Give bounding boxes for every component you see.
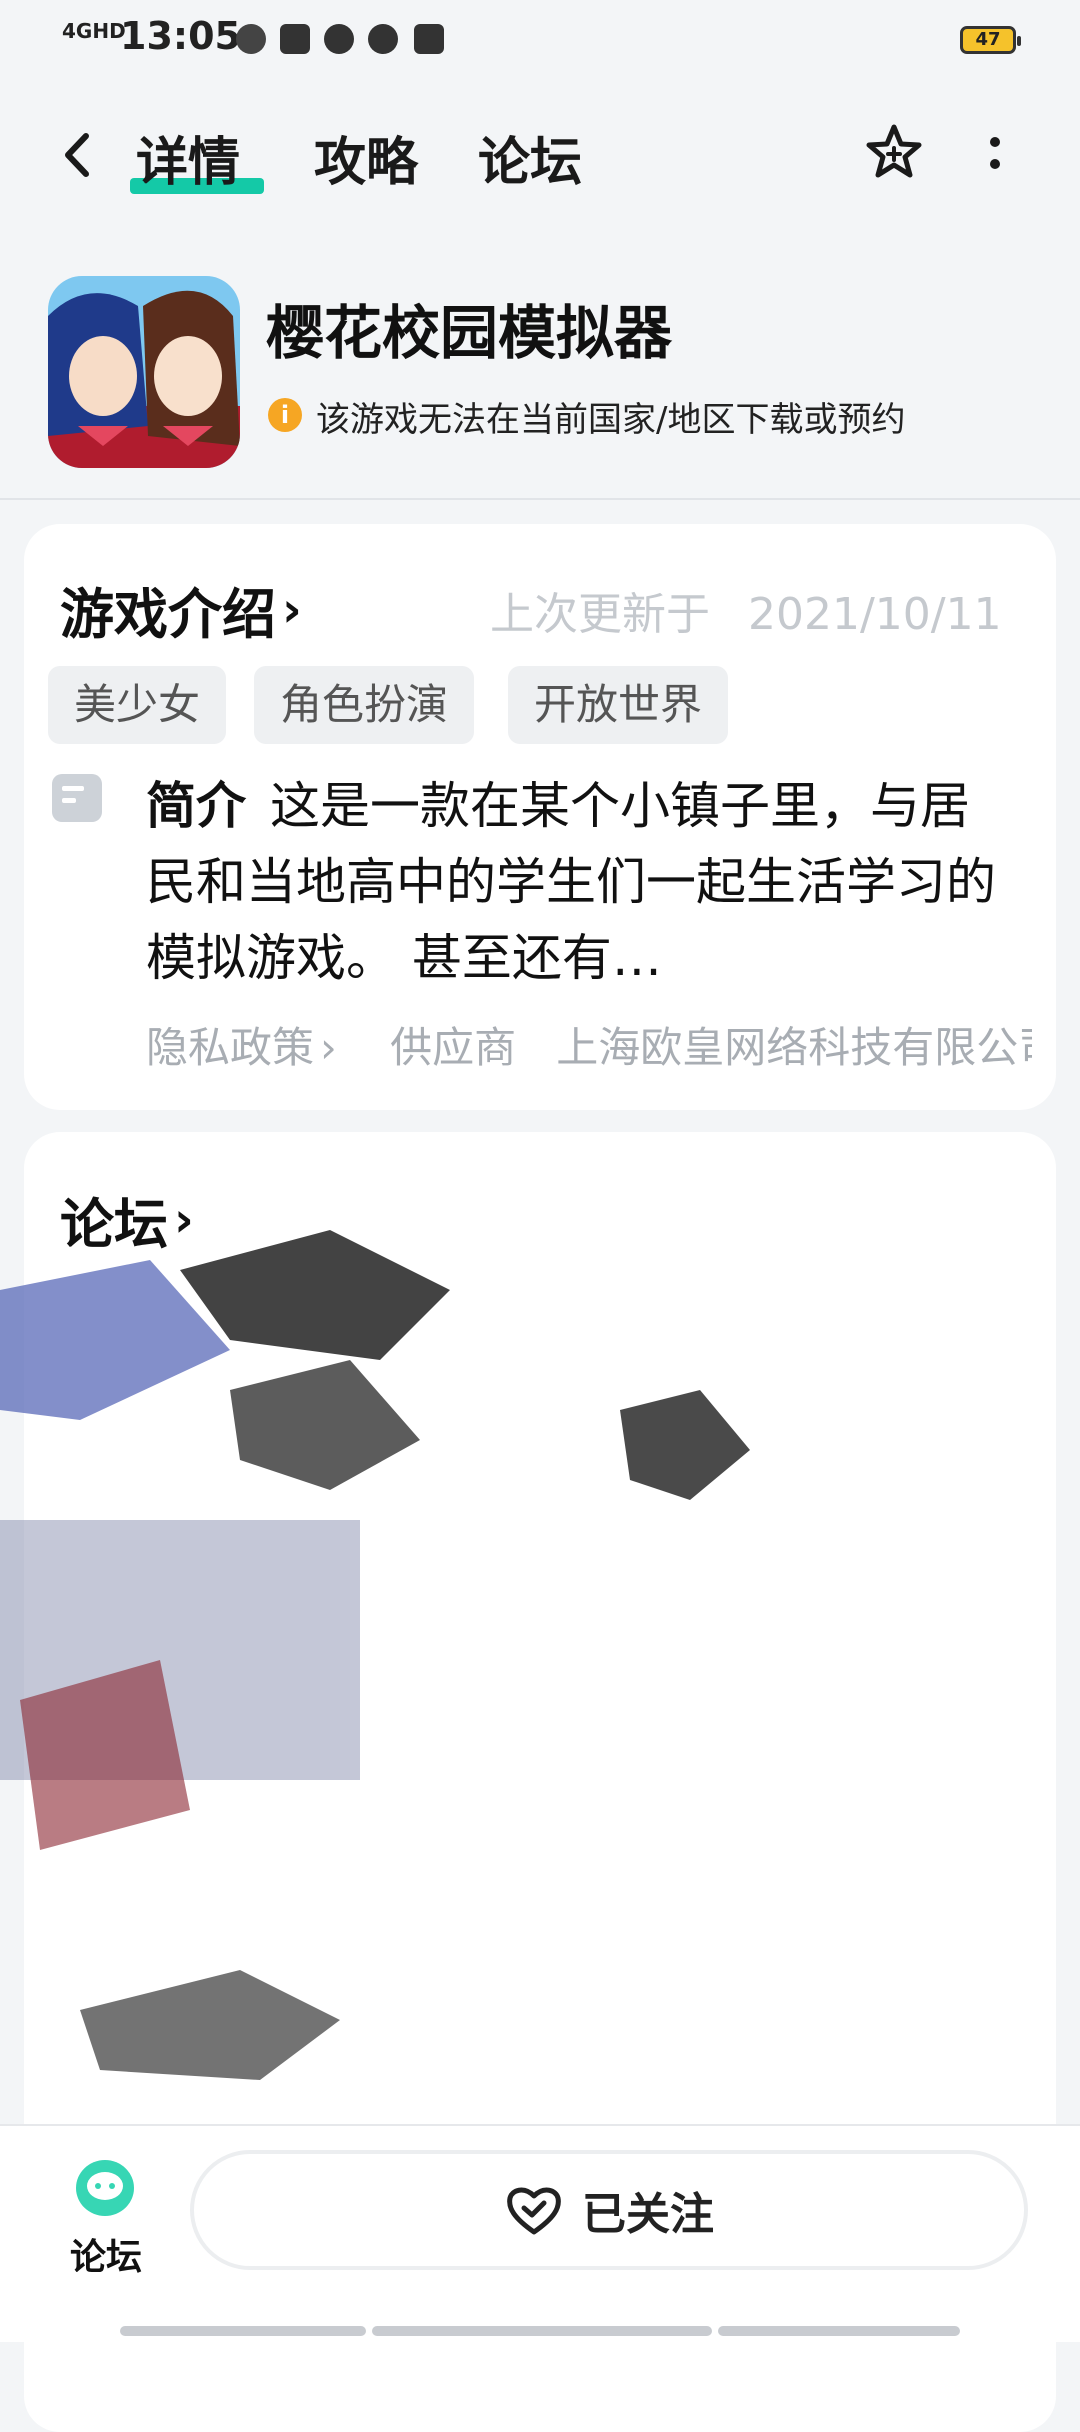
- link-icon: [236, 24, 266, 54]
- chevron-right-icon: ›: [320, 1023, 337, 1072]
- back-button[interactable]: [58, 130, 98, 180]
- follow-label: 已关注: [582, 2189, 714, 2240]
- tag-chip[interactable]: 美少女: [48, 666, 227, 744]
- more-vertical-icon: [990, 137, 1000, 169]
- summary-icon: [52, 774, 102, 822]
- updated-date: 2021/10/11: [748, 589, 1002, 640]
- card-icon: [414, 24, 444, 54]
- tab-guides[interactable]: 攻略: [314, 120, 418, 195]
- wechat-icon: [368, 24, 398, 54]
- tag-chip[interactable]: 角色扮演: [254, 666, 475, 744]
- network-indicator: 4GHD: [62, 19, 126, 43]
- last-updated: 上次更新于 2021/10/11: [490, 578, 1002, 642]
- tab-details[interactable]: 详情: [136, 120, 240, 195]
- chat-bubble-icon: [87, 2172, 123, 2200]
- status-bar: 4GHD 13:05 47: [0, 0, 1080, 84]
- vendor-name[interactable]: 上海欧皇网络科技有限公司: [556, 1023, 1032, 1072]
- forum-nav-label: 论坛: [70, 2237, 143, 2278]
- chevron-right-icon: ›: [282, 581, 302, 638]
- follow-button[interactable]: 已关注: [190, 2150, 1028, 2270]
- region-warning: 该游戏无法在当前国家/地区下载或预约: [316, 400, 906, 440]
- back-arrow-icon: [65, 133, 89, 177]
- vendor-label: 供应商: [390, 1023, 517, 1072]
- tag-chip[interactable]: 开放世界: [508, 666, 729, 744]
- summary-text: 这是一款在某个小镇子里，与居民和当地高中的学生们一起生活学习的模拟游戏。 甚至还…: [146, 777, 996, 987]
- telegram-icon: [280, 24, 310, 54]
- intro-section-header[interactable]: 游戏介绍 ›: [60, 570, 302, 649]
- battery-indicator: 47: [960, 26, 1021, 54]
- follow-button-content: 已关注: [194, 2154, 1024, 2266]
- privacy-label: 隐私政策: [146, 1023, 315, 1072]
- intro-section-title: 游戏介绍: [60, 583, 276, 646]
- game-artwork-image: [48, 276, 240, 468]
- divider: [0, 498, 1080, 500]
- more-button[interactable]: [980, 130, 1010, 180]
- home-indicator: [372, 2326, 712, 2336]
- scribble-image: [0, 1230, 750, 2080]
- tab-forum[interactable]: 论坛: [478, 120, 582, 195]
- info-icon: i: [268, 398, 302, 432]
- home-indicator: [718, 2326, 960, 2336]
- heart-check-icon: [507, 2187, 561, 2235]
- obscured-forum-preview: [0, 1230, 820, 2130]
- status-time: 13:05: [120, 14, 241, 58]
- favorite-button[interactable]: [864, 122, 924, 182]
- game-title: 樱花校园模拟器: [266, 299, 673, 367]
- summary-label: 简介: [146, 777, 246, 835]
- bot-icon: [324, 24, 354, 54]
- privacy-policy-link[interactable]: 隐私政策 ›: [146, 1023, 337, 1072]
- policy-row: 隐私政策 › 供应商 上海欧皇网络科技有限公司: [146, 1014, 1032, 1075]
- updated-label: 上次更新于: [490, 589, 710, 640]
- forum-bubble-icon: [76, 2160, 134, 2216]
- star-icon: [866, 124, 922, 178]
- game-icon: [48, 276, 240, 468]
- game-summary[interactable]: 简介 这是一款在某个小镇子里，与居民和当地高中的学生们一起生活学习的模拟游戏。 甚…: [146, 768, 1006, 996]
- home-indicator: [120, 2326, 366, 2336]
